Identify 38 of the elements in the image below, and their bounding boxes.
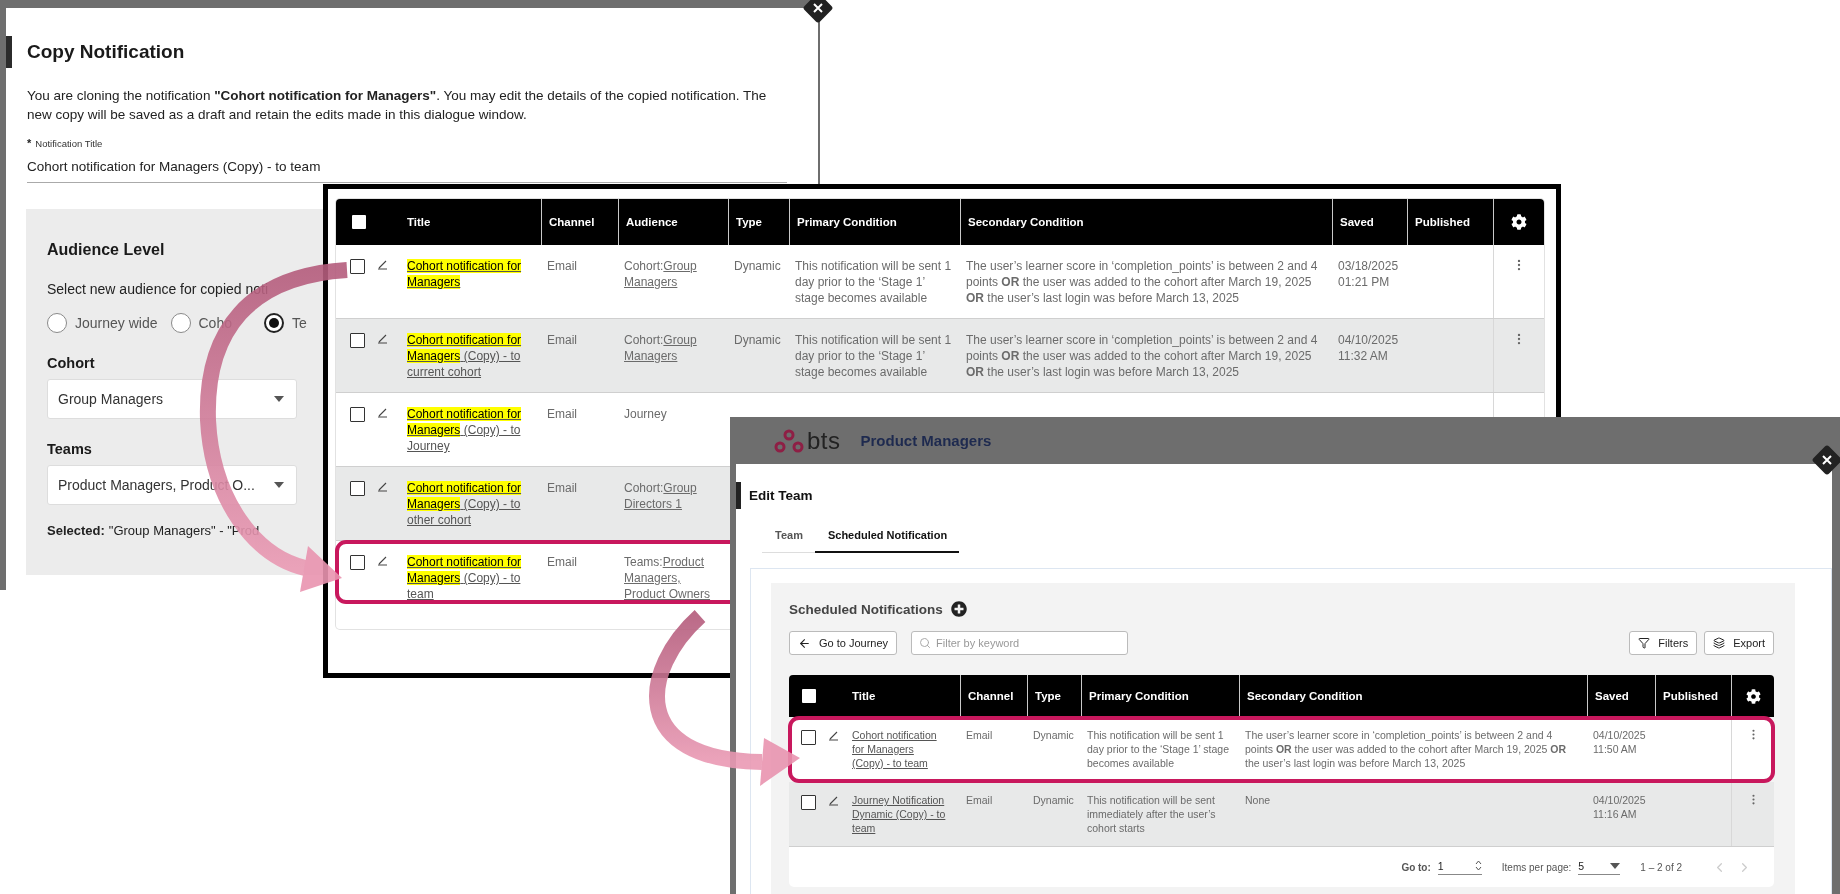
field-label: Teams bbox=[47, 441, 92, 457]
table-cell: Email bbox=[547, 481, 577, 495]
brand-name: bts bbox=[807, 428, 841, 453]
table-cell: None bbox=[1245, 794, 1271, 806]
page-range: 1 – 2 of 2 bbox=[1640, 861, 1682, 873]
dialog-description: You are cloning the notification "Cohort notification for Managers". You may edit the details of the copied notification. The new copy will be saved as a draft and retain the edits made in this dialogue window. bbox=[27, 87, 768, 124]
dialog-title: Edit Team bbox=[736, 482, 1832, 509]
table-cell: Dynamic bbox=[1033, 794, 1074, 806]
table-cell: Dynamic bbox=[734, 333, 781, 347]
field-label: Cohort bbox=[47, 355, 95, 371]
selected-label: Selected: bbox=[47, 523, 105, 538]
per-page-label: Items per page: bbox=[1501, 861, 1572, 873]
dialog-title: Copy Notification bbox=[6, 36, 818, 68]
table-cell: 03/18/2025 01:21 PM bbox=[1338, 259, 1399, 289]
table-cell: The user’s learner score in ‘completion_points’ is between 2 and 4 points OR the user was added to the cohort after March 19, 2025 OR the user’s last login was before March 13, 2025 bbox=[966, 333, 1318, 379]
table-cell: Email bbox=[547, 333, 577, 347]
table-cell: 04/10/2025 11:16 AM bbox=[1593, 794, 1646, 820]
table-cell: The user’s learner score in ‘completion_points’ is between 2 and 4 points OR the user was added to the cohort after March 19, 2025 OR the user’s last login was before March 13, 2025 bbox=[966, 259, 1318, 305]
panel-heading: Audience Level bbox=[47, 241, 165, 259]
field-label: Notification Title bbox=[35, 138, 103, 150]
goto-label: Go to: bbox=[1401, 861, 1431, 873]
table-cell: Dynamic bbox=[1033, 729, 1074, 741]
section-title: Scheduled Notifications bbox=[789, 601, 943, 617]
team-name: Product Managers bbox=[860, 432, 992, 449]
table-cell: 04/10/2025 11:32 AM bbox=[1338, 333, 1399, 363]
table-cell: Email bbox=[547, 555, 577, 569]
table-cell: Email bbox=[966, 794, 993, 806]
table-cell: This notification will be sent 1 day prior to the ‘Stage 1’ stage becomes available bbox=[795, 333, 952, 379]
table-cell: Email bbox=[966, 729, 993, 741]
table-cell: The user’s learner score in ‘completion_points’ is between 2 and 4 points OR the user was added to the cohort after March 19, 2025 OR the user’s last login was before March 13, 2025 bbox=[1245, 729, 1566, 769]
table-cell: Email bbox=[547, 259, 577, 273]
table-cell: Dynamic bbox=[734, 259, 781, 273]
table-cell: This notification will be sent 1 day prior to the ‘Stage 1’ stage becomes available bbox=[1087, 729, 1230, 769]
required-mark: * bbox=[27, 138, 32, 148]
table-cell: This notification will be sent 1 day prior to the ‘Stage 1’ stage becomes available bbox=[795, 259, 952, 305]
table-cell: This notification will be sent immediately after the user’s cohort starts bbox=[1087, 794, 1216, 834]
table-cell: Email bbox=[547, 407, 577, 421]
table-cell: 04/10/2025 11:50 AM bbox=[1593, 729, 1646, 755]
